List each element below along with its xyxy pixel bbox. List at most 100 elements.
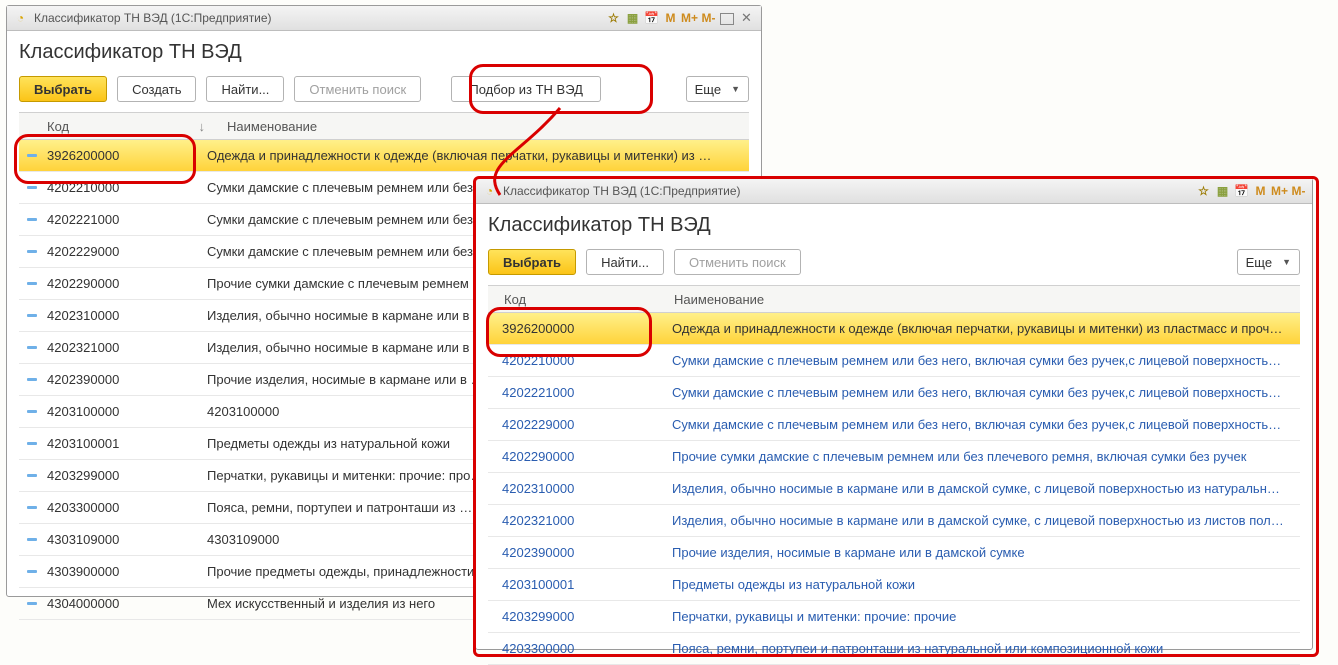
- table-row[interactable]: 4202390000 Прочие изделия, носимые в карм…: [488, 537, 1300, 569]
- cell-name: Изделия, обычно носимые в кармане или в …: [662, 481, 1300, 496]
- cell-name: Одежда и принадлежности к одежде (включа…: [197, 148, 749, 163]
- th-code[interactable]: Код: [488, 292, 664, 307]
- cell-name: Сумки дамские с плечевым ремнем или без …: [662, 417, 1300, 432]
- cell-code: 4203300000: [502, 641, 574, 656]
- find-button[interactable]: Найти...: [586, 249, 664, 275]
- cancel-search-button[interactable]: Отменить поиск: [674, 249, 801, 275]
- calc-icon[interactable]: ▦: [1215, 184, 1230, 199]
- cell-code: 4203100000: [47, 404, 119, 419]
- th-name[interactable]: Наименование: [664, 292, 1300, 307]
- select-button[interactable]: Выбрать: [19, 76, 107, 102]
- cell-code: 4202390000: [502, 545, 574, 560]
- sort-indicator: ↓: [199, 119, 206, 134]
- cell-code: 4304000000: [47, 596, 119, 611]
- cell-name: Предметы одежды из натуральной кожи: [662, 577, 1300, 592]
- titlebar: ◔ Классификатор ТН ВЭД (1С:Предприятие) …: [476, 179, 1312, 204]
- more-label: Еще: [695, 82, 721, 97]
- table-row[interactable]: 4202210000Сумки дамские с плечевым ремне…: [488, 345, 1300, 377]
- table-row[interactable]: 4203300000 Пояса, ремни, портупеи и патро…: [488, 633, 1300, 665]
- cell-name: Прочие изделия, носимые в кармане или в …: [662, 545, 1300, 560]
- table-row[interactable]: 3926200000 Одежда и принадлежности к одеж…: [488, 313, 1300, 345]
- table-row[interactable]: 4202310000 Изделия, обычно носимые в карм…: [488, 473, 1300, 505]
- minus-icon: [27, 154, 37, 157]
- cell-name: Перчатки, рукавицы и митенки: прочие: пр…: [662, 609, 1300, 624]
- minus-icon: [27, 314, 37, 317]
- calc-icon[interactable]: ▦: [625, 11, 640, 26]
- cal-icon[interactable]: 📅: [1234, 184, 1249, 199]
- cell-name: Изделия, обычно носимые в кармане или в …: [662, 513, 1300, 528]
- table-header: Код Наименование: [488, 285, 1300, 313]
- table-row[interactable]: 4203100001 Предметы одежды из натуральной…: [488, 569, 1300, 601]
- app-icon: ◔: [482, 184, 497, 199]
- cell-code: 4202221000: [502, 385, 574, 400]
- close-icon[interactable]: ✕: [738, 10, 755, 27]
- star-icon[interactable]: ☆: [1196, 184, 1211, 199]
- minus-icon: [27, 410, 37, 413]
- m-label[interactable]: M: [1253, 184, 1268, 199]
- mp-label[interactable]: M+: [1272, 184, 1287, 199]
- window-title: Классификатор ТН ВЭД (1С:Предприятие): [503, 184, 741, 198]
- table-row[interactable]: 4203299000 Перчатки, рукавицы и митенки: …: [488, 601, 1300, 633]
- minus-icon: [27, 250, 37, 253]
- minus-icon: [27, 570, 37, 573]
- toolbar: Выбрать Создать Найти... Отменить поиск …: [7, 72, 761, 112]
- chevron-down-icon: ▼: [731, 84, 740, 94]
- more-button[interactable]: Еще ▼: [686, 76, 749, 102]
- minus-icon: [27, 218, 37, 221]
- create-button[interactable]: Создать: [117, 76, 196, 102]
- table-row[interactable]: 4202290000 Прочие сумки дамские с плечевы…: [488, 441, 1300, 473]
- cell-code: 3926200000: [502, 321, 574, 336]
- cell-code: 4303900000: [47, 564, 119, 579]
- table-row[interactable]: 4202221000 Сумки дамские с плечевым ремне…: [488, 377, 1300, 409]
- star-icon[interactable]: ☆: [606, 11, 621, 26]
- mm-label[interactable]: M-: [1291, 184, 1306, 199]
- minus-icon: [27, 442, 37, 445]
- cell-name: Одежда и принадлежности к одежде (включа…: [662, 321, 1300, 336]
- cancel-search-button[interactable]: Отменить поиск: [294, 76, 421, 102]
- more-button[interactable]: Еще ▼: [1237, 249, 1300, 275]
- find-button[interactable]: Найти...: [206, 76, 284, 102]
- cell-name: Прочие сумки дамские с плечевым ремнем и…: [662, 449, 1300, 464]
- minus-icon: [27, 538, 37, 541]
- page-title: Классификатор ТН ВЭД: [7, 31, 761, 72]
- cell-code: 4202229000: [502, 417, 574, 432]
- chevron-down-icon: ▼: [1282, 257, 1291, 267]
- page-title: Классификатор ТН ВЭД: [476, 204, 1312, 245]
- cell-code: 4202310000: [502, 481, 574, 496]
- minus-icon: [27, 186, 37, 189]
- table-header: Код ↓ Наименование: [19, 112, 749, 140]
- cell-code: 4303109000: [47, 532, 119, 547]
- cell-name: Сумки дамские с плечевым ремнем или без …: [662, 385, 1300, 400]
- cell-code: 4202390000: [47, 372, 119, 387]
- cell-code: 4202210000: [502, 353, 574, 368]
- mp-label[interactable]: M+: [682, 11, 697, 26]
- minus-icon: [27, 506, 37, 509]
- cell-code: 4202290000: [502, 449, 574, 464]
- cal-icon[interactable]: 📅: [644, 11, 659, 26]
- cell-code: 4203299000: [47, 468, 119, 483]
- cell-code: 4203100001: [47, 436, 119, 451]
- th-name[interactable]: Наименование: [217, 119, 749, 134]
- pick-button[interactable]: Подбор из ТН ВЭД: [451, 76, 601, 102]
- table-row[interactable]: 4202321000 Изделия, обычно носимые в карм…: [488, 505, 1300, 537]
- cell-code: 4202321000: [47, 340, 119, 355]
- titlebar: ◔ Классификатор ТН ВЭД (1С:Предприятие) …: [7, 6, 761, 31]
- cell-code: 3926200000: [47, 148, 119, 163]
- minus-icon: [27, 602, 37, 605]
- table-row[interactable]: 3926200000 Одежда и принадлежности к одеж…: [19, 140, 749, 172]
- cell-code: 4202290000: [47, 276, 119, 291]
- window-popup: ◔ Классификатор ТН ВЭД (1С:Предприятие) …: [475, 178, 1313, 650]
- table-row[interactable]: 4202229000 Сумки дамские с плечевым ремне…: [488, 409, 1300, 441]
- mm-label[interactable]: M-: [701, 11, 716, 26]
- maximize-icon[interactable]: [720, 13, 734, 25]
- cell-code: 4202321000: [502, 513, 574, 528]
- th-code[interactable]: Код ↓: [19, 119, 217, 134]
- m-label[interactable]: M: [663, 11, 678, 26]
- cell-name: Пояса, ремни, портупеи и патронташи из н…: [662, 641, 1300, 656]
- app-icon: ◔: [13, 11, 28, 26]
- cell-code: 4203299000: [502, 609, 574, 624]
- cell-code: 4202210000: [47, 180, 119, 195]
- minus-icon: [27, 378, 37, 381]
- select-button[interactable]: Выбрать: [488, 249, 576, 275]
- cell-code: 4203100001: [502, 577, 574, 592]
